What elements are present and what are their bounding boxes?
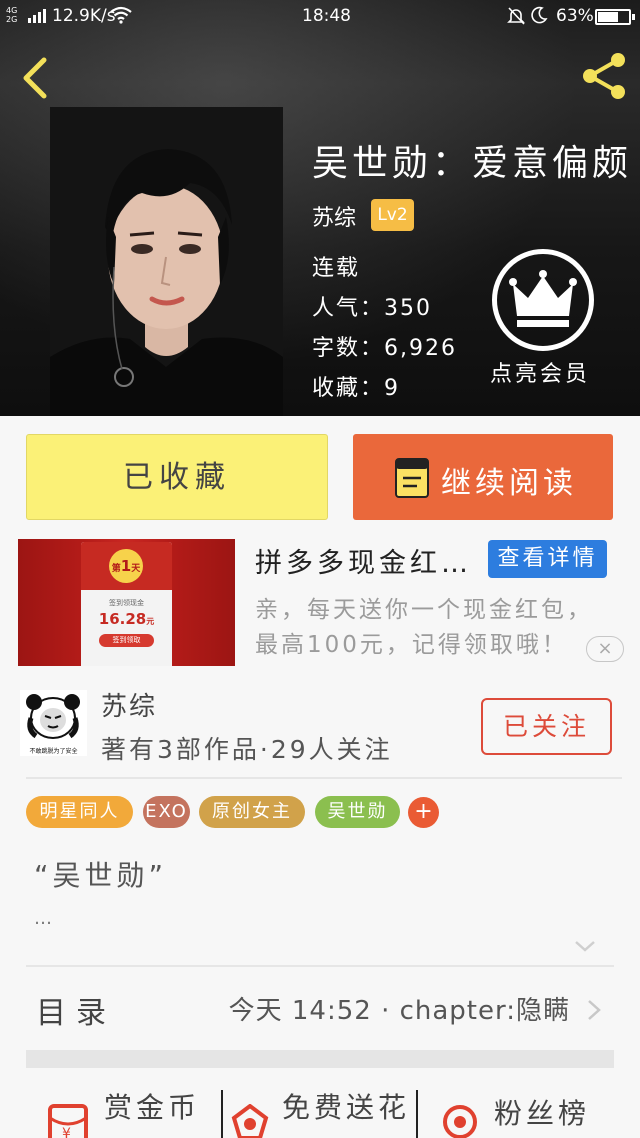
continue-reading-button[interactable]: 继续阅读 bbox=[353, 434, 613, 520]
author-avatar[interactable]: 不敢跳脱为了安全 bbox=[20, 690, 87, 756]
ad-description-line2: 最高100元，记得领取哦！ bbox=[255, 632, 568, 658]
chevron-right-icon bbox=[588, 1000, 601, 1020]
ad-card-amount: 16.28 bbox=[98, 610, 147, 628]
book-cover bbox=[50, 107, 283, 416]
battery-percent: 63% bbox=[556, 6, 594, 26]
book-status: 连载 bbox=[312, 256, 361, 281]
nav-separator bbox=[221, 1090, 223, 1138]
ad-image[interactable]: 第1天 签到领现金 16.28元 签到领取 bbox=[18, 539, 235, 666]
continue-reading-label: 继续阅读 bbox=[441, 466, 577, 501]
author-info: 著有3部作品·29人关注 bbox=[101, 735, 393, 764]
follow-button[interactable]: 已关注 bbox=[481, 698, 612, 755]
signal-icon bbox=[28, 7, 46, 23]
book-popularity: 人气：350 bbox=[312, 296, 432, 321]
medal-icon bbox=[443, 1105, 477, 1138]
chevron-down-icon bbox=[575, 941, 595, 952]
battery-icon bbox=[595, 9, 635, 25]
chevron-left-icon bbox=[23, 57, 47, 99]
ad-description-line1: 亲，每天送你一个现金红包， bbox=[255, 597, 593, 623]
network-type: 4G 2G bbox=[6, 6, 18, 24]
divider bbox=[26, 777, 622, 779]
vip-button[interactable] bbox=[492, 249, 594, 351]
send-flowers-label: 免费送花 bbox=[282, 1091, 411, 1124]
book-favorites: 收藏：9 bbox=[312, 376, 400, 401]
favorited-button[interactable]: 已收藏 bbox=[26, 434, 328, 520]
ad-card-unit: 元 bbox=[146, 617, 155, 626]
ad-red-packet-card: 第1天 签到领现金 16.28元 签到领取 bbox=[81, 542, 172, 666]
ad-close-button[interactable]: × bbox=[586, 636, 624, 662]
tag-item[interactable]: EXO bbox=[143, 796, 190, 828]
ad-card-claim-button: 签到领取 bbox=[99, 634, 154, 647]
network-speed: 12.9K/s bbox=[52, 6, 116, 26]
wifi-icon bbox=[110, 6, 132, 29]
flower-icon bbox=[231, 1104, 269, 1138]
moon-icon bbox=[530, 6, 548, 29]
intro-ellipsis: … bbox=[34, 908, 53, 929]
clock: 18:48 bbox=[302, 6, 351, 26]
divider bbox=[26, 965, 614, 967]
add-tag-button[interactable]: + bbox=[408, 797, 439, 828]
table-of-contents-row[interactable]: 目录 今天 14:52 · chapter:隐瞒 bbox=[26, 968, 614, 1050]
ad-card-caption: 签到领现金 bbox=[109, 599, 144, 607]
nav-separator bbox=[416, 1090, 418, 1138]
avatar-caption: 不敢跳脱为了安全 bbox=[29, 748, 78, 755]
book-icon bbox=[395, 458, 429, 498]
send-flowers-button[interactable]: 免费送花 bbox=[228, 1086, 414, 1138]
book-title: 吴世勋：爱意偏颇 bbox=[312, 143, 633, 182]
reward-coins-button[interactable]: ¥ 赏金币 bbox=[40, 1086, 220, 1138]
toc-label: 目录 bbox=[36, 996, 116, 1031]
tag-item[interactable]: 明星同人 bbox=[26, 796, 133, 828]
vip-label: 点亮会员 bbox=[490, 362, 591, 387]
share-icon bbox=[583, 53, 625, 99]
intro-text: “吴世勋” bbox=[34, 859, 168, 892]
crown-icon bbox=[509, 270, 577, 327]
red-envelope-icon: ¥ bbox=[48, 1104, 88, 1138]
bell-muted-icon bbox=[506, 6, 526, 31]
book-word-count: 字数：6,926 bbox=[312, 336, 457, 361]
ad-title[interactable]: 拼多多现金红… bbox=[255, 541, 472, 580]
ad-card-day-prefix: 第 bbox=[111, 564, 121, 574]
ad-card-day: 1 bbox=[120, 557, 132, 575]
latest-chapter: 今天 14:52 · chapter:隐瞒 bbox=[228, 996, 570, 1026]
svg-text:¥: ¥ bbox=[62, 1126, 71, 1138]
fan-ranking-label: 粉丝榜 bbox=[494, 1097, 591, 1130]
ad-card-day-suffix: 天 bbox=[131, 564, 141, 574]
author-name[interactable]: 苏综 bbox=[101, 686, 157, 723]
fan-ranking-button[interactable]: 粉丝榜 bbox=[438, 1086, 628, 1138]
tag-item[interactable]: 原创女主 bbox=[199, 796, 305, 828]
section-separator bbox=[26, 1050, 614, 1068]
author-level-badge: Lv2 bbox=[371, 199, 414, 231]
ad-detail-button[interactable]: 查看详情 bbox=[488, 540, 607, 578]
status-bar: 4G 2G 12.9K/s 18:48 63% bbox=[0, 0, 640, 34]
expand-intro-button[interactable] bbox=[572, 936, 598, 956]
reward-coins-label: 赏金币 bbox=[104, 1091, 201, 1124]
tag-item[interactable]: 吴世勋 bbox=[315, 796, 400, 828]
book-header: 4G 2G 12.9K/s 18:48 63% 吴世勋：爱意偏颇 苏综 Lv2 … bbox=[0, 0, 640, 416]
back-button[interactable] bbox=[18, 56, 58, 100]
share-button[interactable] bbox=[578, 52, 630, 100]
book-author[interactable]: 苏综 bbox=[312, 200, 356, 232]
cover-portrait-image bbox=[50, 107, 283, 416]
